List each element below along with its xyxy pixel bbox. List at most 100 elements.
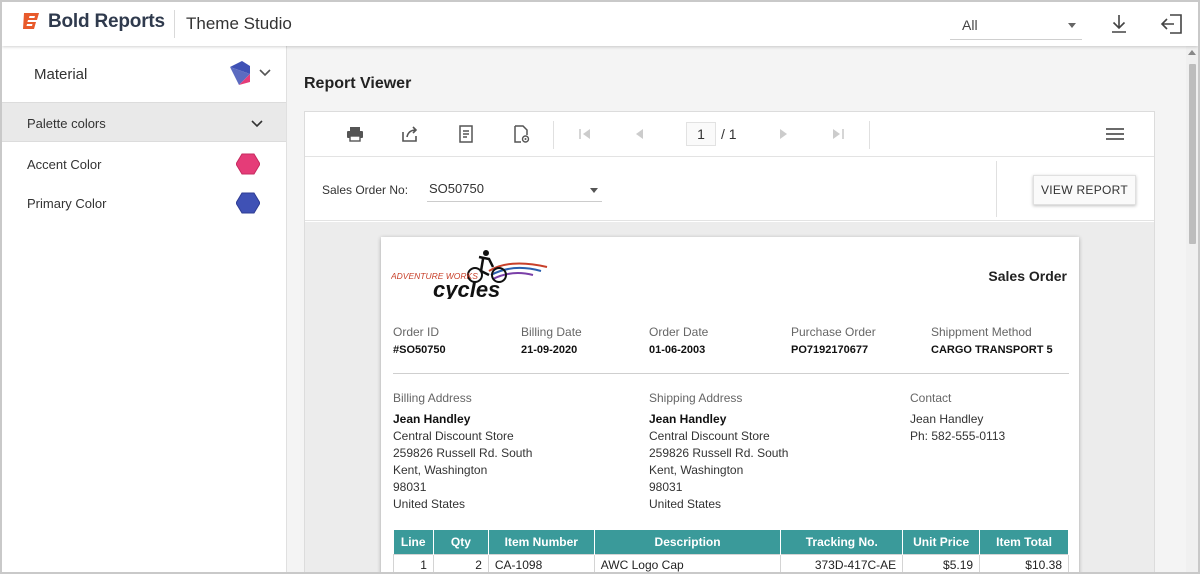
address-line: 259826 Russell Rd. South [393,446,533,460]
theme-name: Material [34,66,88,83]
export-filter-select[interactable]: All [950,10,1082,40]
theme-selector[interactable]: Material [2,46,286,102]
address-line: 259826 Russell Rd. South [649,446,789,460]
report-page: ADVENTURE WORKS cycles Sales Order Order… [381,237,1079,572]
field-label: Order ID [393,325,440,339]
column-header: Tracking No. [780,530,904,554]
address-line: Central Discount Store [393,429,514,443]
field-value: 01-06-2003 [649,344,706,356]
sales-order-label: Sales Order No: [322,183,409,197]
table-cell: 373D-417C-AE [780,553,904,572]
column-header: Item Number [488,530,595,554]
toolbar-divider [869,121,870,149]
material-theme-icon [230,61,250,85]
page-setup-icon[interactable] [456,124,476,144]
menu-icon[interactable] [1105,124,1125,144]
theme-sidebar: Material Palette colors Accent Color Pri [2,46,287,572]
column-header: Qty [433,530,489,554]
order-date-field: Order Date 01-06-2003 [649,325,708,356]
first-page-icon[interactable] [575,124,595,144]
primary-color-swatch[interactable] [236,192,260,214]
field-value: PO7192170677 [791,344,869,356]
table-header-row: Line Qty Item Number Description Trackin… [393,530,1069,554]
field-value: 21-09-2020 [521,344,578,356]
app-title: Theme Studio [186,14,292,33]
shipping-name: Jean Handley [649,412,727,426]
parameter-divider [996,161,997,217]
address-line: Kent, Washington [649,463,744,477]
accent-color-swatch[interactable] [236,153,260,175]
download-icon[interactable] [1106,11,1132,37]
shipment-method-field: Shippment Method CARGO TRANSPORT 5 [931,325,1053,356]
logo-text-bottom: cycles [433,277,500,299]
table-row: 1 2 CA-1098 AWC Logo Cap 373D-417C-AE $5… [393,553,1069,572]
report-viewer: 1 / 1 Sales Order No: SO50750 VIEW REPOR… [304,111,1155,572]
billing-address: Billing Address Jean Handley Central Dis… [393,390,532,513]
order-id-field: Order ID #SO50750 [393,325,446,356]
next-page-icon[interactable] [773,124,793,144]
logout-icon[interactable] [1159,11,1185,37]
field-label: Purchase Order [791,325,876,339]
purchase-order-field: Purchase Order PO7192170677 [791,325,876,356]
viewer-toolbar: 1 / 1 [305,112,1154,157]
chevron-down-icon[interactable] [258,66,272,80]
parameter-bar: Sales Order No: SO50750 VIEW REPORT [305,157,1154,221]
parameter-settings-icon[interactable] [511,124,531,144]
adventure-works-cycles-logo: ADVENTURE WORKS cycles [391,250,548,299]
contact-info: Contact Jean Handley Ph: 582-555-0113 [910,390,1005,445]
divider [393,373,1069,374]
report-canvas: ADVENTURE WORKS cycles Sales Order Order… [305,222,1154,572]
chevron-down-icon [251,120,263,128]
billing-date-field: Billing Date 21-09-2020 [521,325,582,356]
field-label: Order Date [649,325,709,339]
export-icon[interactable] [400,124,420,144]
shipping-address: Shipping Address Jean Handley Central Di… [649,390,788,513]
scrollbar-thumb[interactable] [1189,64,1196,244]
app-window: Bold Reports Theme Studio All Material P… [0,0,1200,574]
field-value: CARGO TRANSPORT 5 [931,344,1053,356]
palette-colors-header[interactable]: Palette colors [2,102,286,142]
caret-down-icon [1068,23,1076,28]
print-icon[interactable] [345,124,365,144]
contact-name: Jean Handley [910,412,984,426]
scroll-up-arrow-icon[interactable] [1188,50,1196,55]
field-value: #SO50750 [393,344,446,356]
report-title: Sales Order [988,268,1067,284]
primary-color-label: Primary Color [27,196,107,211]
table-cell: 1 [393,553,434,572]
contact-phone: Ph: 582-555-0113 [910,429,1006,443]
total-pages: / 1 [721,126,737,142]
current-page-input[interactable]: 1 [686,122,716,146]
column-header: Description [594,530,782,554]
bold-reports-logo-icon [23,13,39,29]
brand-logo[interactable]: Bold Reports [20,11,165,33]
vertical-scrollbar[interactable] [1186,46,1198,572]
address-line: Kent, Washington [393,463,488,477]
address-line: Central Discount Store [649,429,770,443]
address-line: 98031 [393,480,427,494]
palette-colors-label: Palette colors [27,116,106,131]
previous-page-icon[interactable] [630,124,650,144]
last-page-icon[interactable] [828,124,848,144]
primary-color-row[interactable]: Primary Color [2,185,286,221]
accent-color-row[interactable]: Accent Color [2,146,286,182]
column-header: Unit Price [902,530,981,554]
table-cell: 2 [432,553,489,572]
contact-label: Contact [910,391,952,405]
caret-down-icon [590,188,598,193]
top-bar: Bold Reports Theme Studio All [2,2,1198,46]
table-cell: AWC Logo Cap [593,553,782,572]
field-label: Shippment Method [931,325,1032,339]
sales-order-value: SO50750 [429,181,484,196]
order-items-table: Line Qty Item Number Description Trackin… [393,530,1069,572]
shipping-address-label: Shipping Address [649,391,743,405]
field-label: Billing Date [521,325,582,339]
sales-order-select[interactable]: SO50750 [427,176,602,202]
export-filter-value: All [962,17,978,33]
header-divider [174,10,175,38]
address-line: United States [649,497,722,511]
view-report-button[interactable]: VIEW REPORT [1033,175,1136,205]
address-line: United States [393,497,466,511]
column-header: Line [393,530,434,554]
column-header: Item Total [979,530,1069,554]
